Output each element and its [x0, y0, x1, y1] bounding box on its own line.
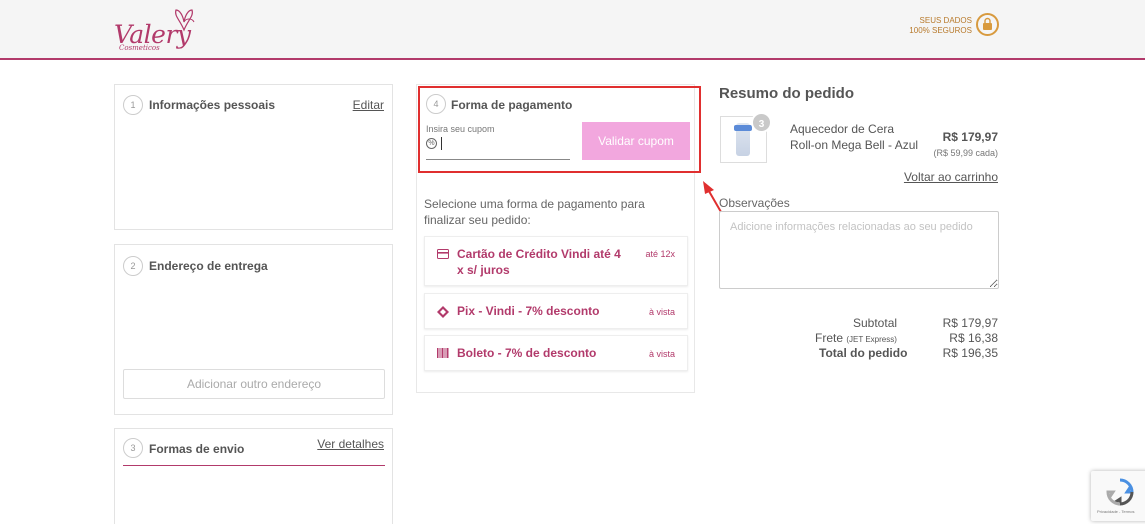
- step-number-1: 1: [123, 95, 143, 115]
- validate-coupon-button[interactable]: Validar cupom: [582, 122, 690, 160]
- step-number-4: 4: [426, 94, 446, 114]
- payment-option-pix[interactable]: Pix - Vindi - 7% desconto à vista: [424, 293, 688, 329]
- back-to-cart-link[interactable]: Voltar ao carrinho: [904, 170, 998, 184]
- shipping-methods-panel: 3 Formas de envio Ver detalhes: [114, 428, 393, 524]
- logo-subtitle: Cosmeticos: [119, 44, 160, 52]
- step-number-2: 2: [123, 256, 143, 276]
- secure-line-2: 100% SEGUROS: [909, 26, 972, 35]
- secure-badge-text: SEUS DADOS 100% SEGUROS: [909, 16, 972, 36]
- view-details-link[interactable]: Ver detalhes: [317, 437, 384, 451]
- payment-option-boleto[interactable]: Boleto - 7% de desconto à vista: [424, 335, 688, 371]
- pix-meta: à vista: [648, 307, 675, 317]
- credit-card-icon: [437, 249, 449, 259]
- secure-line-1: SEUS DADOS: [919, 16, 972, 25]
- personal-info-panel: 1 Informações pessoais Editar: [114, 84, 393, 230]
- discount-icon: %: [426, 138, 437, 149]
- total-label: Total do pedido: [819, 346, 908, 360]
- text-caret: [441, 137, 442, 150]
- shipping-label: Frete: [815, 331, 844, 345]
- product-image-cap: [734, 125, 752, 131]
- coupon-input[interactable]: %: [426, 136, 570, 160]
- shipping-address-panel: 2 Endereço de entrega Adicionar outro en…: [114, 244, 393, 415]
- barcode-icon: [437, 348, 449, 358]
- add-address-button[interactable]: Adicionar outro endereço: [123, 369, 385, 399]
- payment-hint: Selecione uma forma de pagamento para fi…: [424, 197, 645, 227]
- boleto-meta: à vista: [648, 349, 675, 359]
- personal-info-title: Informações pessoais: [149, 98, 276, 112]
- order-summary-title: Resumo do pedido: [719, 85, 854, 102]
- edit-link[interactable]: Editar: [353, 98, 384, 112]
- total-value: R$ 196,35: [942, 346, 998, 360]
- payment-option-credit-card[interactable]: Cartão de Crédito Vindi até 4 x s/ juros…: [424, 236, 688, 286]
- notes-textarea[interactable]: [719, 211, 999, 289]
- shipping-methods-title: Formas de envio: [149, 442, 245, 456]
- pix-icon: [437, 306, 449, 318]
- recaptcha-text: Privacidade - Termos: [1097, 509, 1135, 514]
- product-unit-price: (R$ 59,99 cada): [933, 148, 998, 158]
- coupon-label: Insira seu cupom: [426, 124, 495, 134]
- boleto-label: Boleto - 7% de desconto: [457, 346, 597, 360]
- product-name: Aquecedor de Cera Roll-on Mega Bell - Az…: [790, 122, 919, 152]
- header: Valery Cosmeticos SEUS DADOS 100% SEGURO…: [0, 0, 1145, 60]
- recaptcha-badge[interactable]: Privacidade - Termos: [1091, 471, 1145, 521]
- credit-card-label: Cartão de Crédito Vindi até 4 x s/ juros: [457, 247, 621, 277]
- logo[interactable]: Valery Cosmeticos: [112, 6, 204, 54]
- quantity-badge: 3: [751, 112, 772, 133]
- credit-card-installments: até 12x: [645, 249, 675, 259]
- subtotal-value: R$ 179,97: [942, 316, 998, 330]
- shipping-address-title: Endereço de entrega: [149, 259, 268, 273]
- payment-title: Forma de pagamento: [451, 98, 573, 112]
- recaptcha-icon: [1106, 478, 1134, 506]
- shipping-value: R$ 16,38: [949, 331, 998, 345]
- shipping-label-group: Frete (JET Express): [815, 331, 897, 345]
- payment-coupon-highlight: 4 Forma de pagamento Insira seu cupom % …: [418, 86, 701, 173]
- pix-label: Pix - Vindi - 7% desconto: [457, 304, 600, 318]
- lock-icon: [976, 13, 999, 36]
- notes-label: Observações: [719, 196, 790, 210]
- step-number-3: 3: [123, 438, 143, 458]
- subtotal-label: Subtotal: [853, 316, 898, 330]
- shipping-progress-bar: [123, 465, 385, 466]
- product-price: R$ 179,97: [942, 130, 998, 144]
- shipping-carrier: (JET Express): [846, 335, 897, 344]
